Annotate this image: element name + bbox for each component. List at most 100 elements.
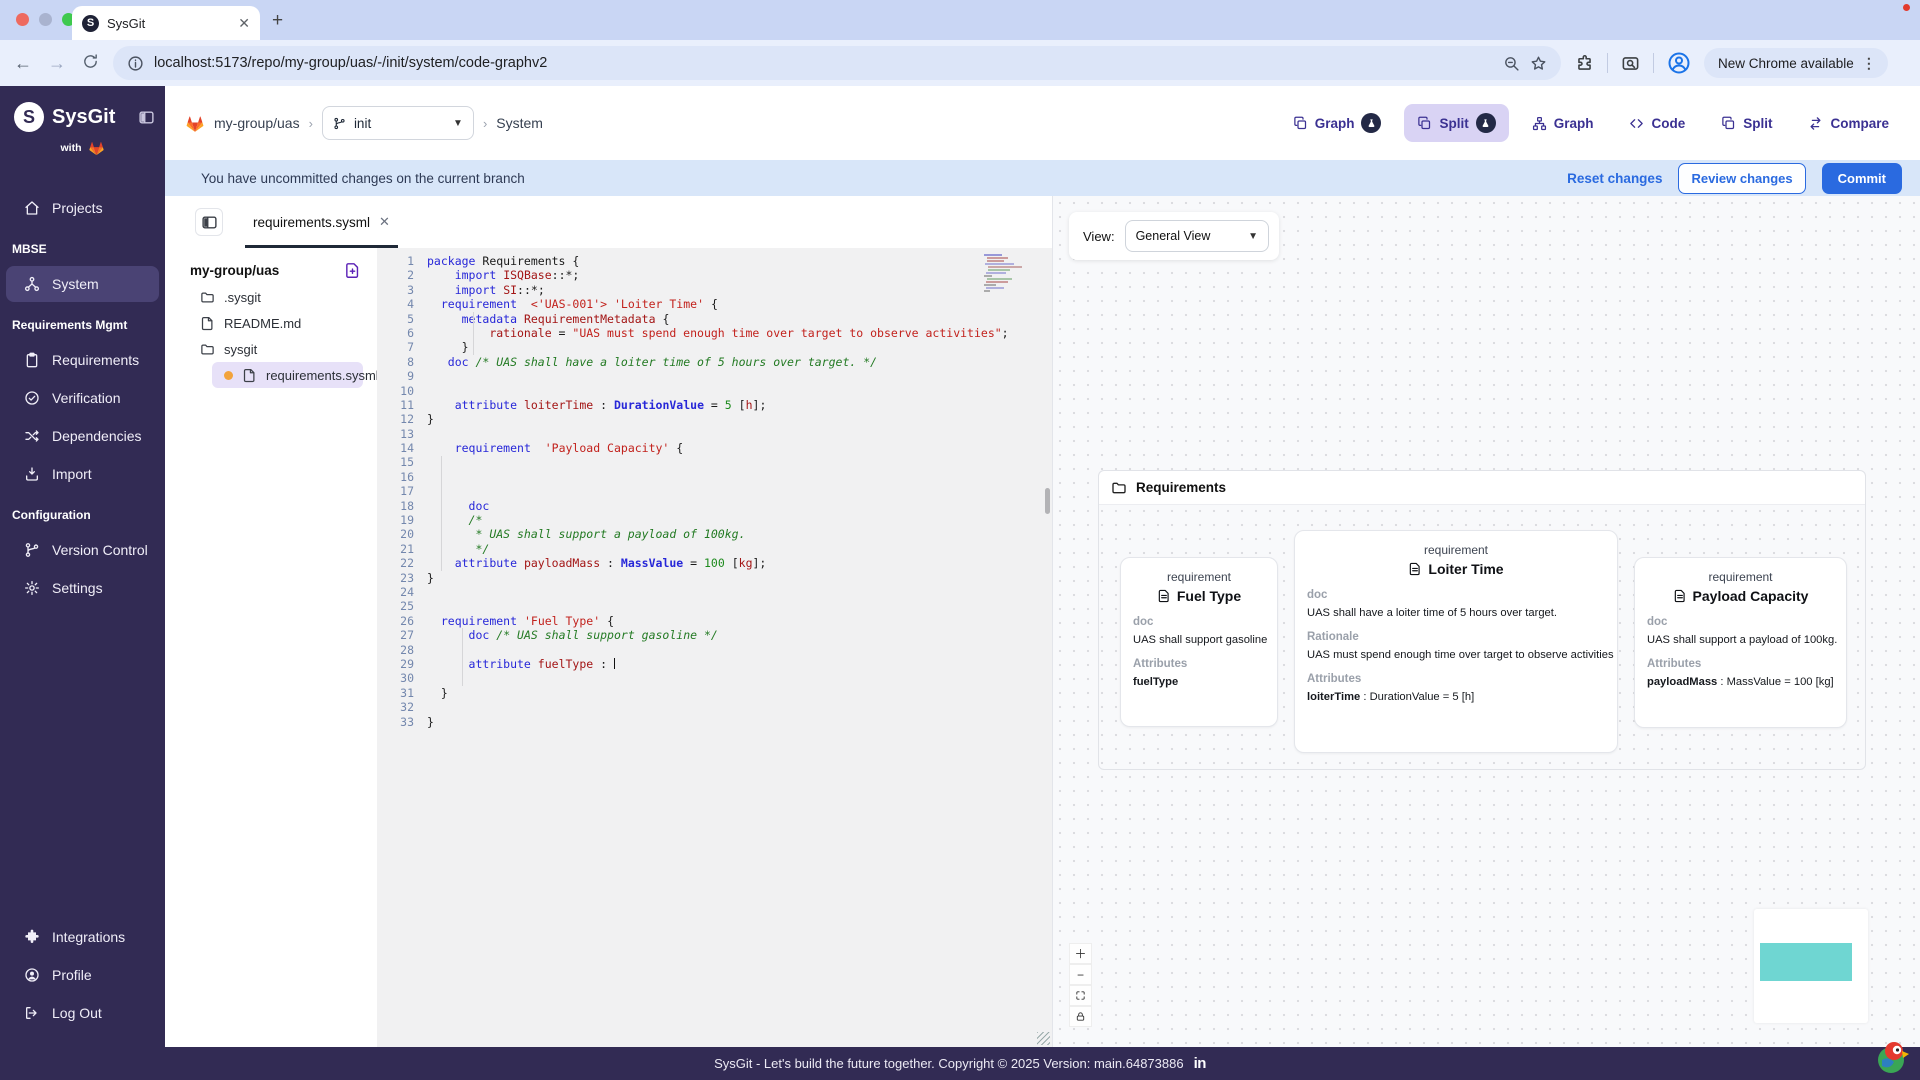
sidebar-item-log-out[interactable]: Log Out — [6, 995, 159, 1031]
code-line[interactable]: 10 — [377, 384, 1052, 398]
zoom-out-button[interactable]: − — [1069, 964, 1092, 985]
minimap-viewport[interactable] — [1760, 943, 1852, 981]
profile-avatar-icon[interactable] — [1667, 51, 1691, 75]
code-line[interactable]: 15 — [377, 455, 1052, 469]
zoom-in-button[interactable]: ＋ — [1069, 943, 1092, 964]
code-line[interactable]: 26 requirement 'Fuel Type' { — [377, 614, 1052, 628]
code-line[interactable]: 21 */ — [377, 542, 1052, 556]
requirement-card-payload-capacity[interactable]: requirement Payload Capacity doc UAS shall … — [1634, 557, 1847, 728]
sidebar-item-verification[interactable]: Verification — [6, 380, 159, 416]
sitemap-icon — [1532, 116, 1547, 131]
sidebar-collapse-icon[interactable] — [138, 109, 155, 126]
code-line[interactable]: 19 /* — [377, 513, 1052, 527]
zoom-page-icon[interactable] — [1503, 55, 1520, 72]
code-line[interactable]: 30 — [377, 671, 1052, 685]
back-button[interactable]: ← — [14, 53, 32, 74]
commit-button[interactable]: Commit — [1821, 162, 1902, 194]
code-line[interactable]: 20 * UAS shall support a payload of 100k… — [377, 527, 1052, 541]
view-mode-split-button[interactable]: Split — [1404, 104, 1509, 142]
chrome-update-button[interactable]: New Chrome available ⋮ — [1704, 48, 1888, 78]
view-mode-code-button[interactable]: Code — [1616, 107, 1698, 140]
explorer-collapse-button[interactable] — [195, 208, 223, 236]
minimap[interactable] — [1754, 909, 1868, 1023]
view-mode-compare-button[interactable]: Compare — [1795, 107, 1902, 140]
explorer-root[interactable]: my-group/uas — [165, 256, 377, 284]
view-select[interactable]: General View ▼ — [1124, 220, 1269, 252]
sidebar-item-requirements[interactable]: Requirements — [6, 342, 159, 378]
address-bar[interactable]: localhost:5173/repo/my-group/uas/-/init/… — [113, 46, 1561, 80]
code-line[interactable]: 4 requirement <'UAS-001'> 'Loiter Time' … — [377, 297, 1052, 311]
sidebar-item-system[interactable]: System — [6, 266, 159, 302]
tree-item-.sysgit[interactable]: .sysgit — [165, 284, 377, 310]
view-mode-split-button[interactable]: Split — [1708, 107, 1785, 140]
sidebar-item-projects[interactable]: Projects — [6, 190, 159, 226]
resize-handle[interactable] — [1037, 1032, 1050, 1045]
sidebar-item-settings[interactable]: Settings — [6, 570, 159, 606]
code-line[interactable]: 33} — [377, 715, 1052, 729]
tab-close-icon[interactable]: ✕ — [238, 15, 250, 32]
browser-tab[interactable]: S SysGit ✕ — [72, 6, 260, 40]
reset-changes-button[interactable]: Reset changes — [1567, 171, 1662, 186]
extensions-icon[interactable] — [1575, 54, 1594, 73]
tree-item-README.md[interactable]: README.md — [165, 310, 377, 336]
tab-search-icon[interactable] — [1621, 54, 1640, 73]
requirement-card-fuel-type[interactable]: requirement Fuel Type doc UAS shall support… — [1120, 557, 1278, 727]
breadcrumb-repo[interactable]: my-group/uas — [214, 115, 300, 131]
sidebar-item-import[interactable]: Import — [6, 456, 159, 492]
new-tab-button[interactable]: + — [272, 10, 283, 32]
view-mode-graph-button[interactable]: Graph — [1280, 104, 1395, 142]
code-line[interactable]: 29 attribute fuelType : — [377, 657, 1052, 671]
branch-selector[interactable]: init ▼ — [321, 106, 474, 140]
code-line[interactable]: 32 — [377, 700, 1052, 714]
editor-tab[interactable]: requirements.sysml ✕ — [245, 196, 398, 248]
url-text[interactable]: localhost:5173/repo/my-group/uas/-/init/… — [154, 55, 1493, 71]
code-line[interactable]: 1 package Requirements { — [377, 254, 1052, 268]
browser-menu-icon[interactable]: ⋮ — [1862, 56, 1876, 70]
code-line[interactable]: 27 doc /* UAS shall support gasoline */ — [377, 628, 1052, 642]
editor-scrollbar[interactable] — [1045, 488, 1050, 514]
code-line[interactable]: 5 metadata RequirementMetadata { — [377, 312, 1052, 326]
site-info-icon[interactable] — [127, 55, 144, 72]
close-window-button[interactable] — [16, 13, 29, 26]
code-line[interactable]: 13 — [377, 427, 1052, 441]
code-line[interactable]: 9 — [377, 369, 1052, 383]
code-line[interactable]: 11 attribute loiterTime : DurationValue … — [377, 398, 1052, 412]
code-line[interactable]: 22 attribute payloadMass : MassValue = 1… — [377, 556, 1052, 570]
minimize-window-button[interactable] — [39, 13, 52, 26]
lock-button[interactable] — [1069, 1006, 1092, 1027]
code-line[interactable]: 28 — [377, 643, 1052, 657]
code-editor[interactable]: 1 package Requirements {2 import ISQBase:… — [377, 248, 1052, 1047]
editor-tab-close-icon[interactable]: ✕ — [379, 214, 390, 230]
code-line[interactable]: 8 doc /* UAS shall have a loiter time of… — [377, 355, 1052, 369]
sidebar-item-profile[interactable]: Profile — [6, 957, 159, 993]
code-line[interactable]: 18 doc — [377, 499, 1052, 513]
linkedin-icon[interactable]: in — [1194, 1055, 1207, 1072]
view-mode-graph-button[interactable]: Graph — [1519, 107, 1607, 140]
requirement-card-loiter-time[interactable]: requirement Loiter Time doc UAS shall have … — [1294, 530, 1618, 753]
sidebar-item-version-control[interactable]: Version Control — [6, 532, 159, 568]
code-line[interactable]: 14 requirement 'Payload Capacity' { — [377, 441, 1052, 455]
sidebar-item-integrations[interactable]: Integrations — [6, 919, 159, 955]
code-line[interactable]: 7 } — [377, 340, 1052, 354]
forward-button[interactable]: → — [48, 53, 66, 74]
bookmark-star-icon[interactable] — [1530, 55, 1547, 72]
code-line[interactable]: 16 — [377, 470, 1052, 484]
code-line[interactable]: 2 import ISQBase::*; — [377, 268, 1052, 282]
sidebar-item-dependencies[interactable]: Dependencies — [6, 418, 159, 454]
tree-item-requirements.sysml[interactable]: requirements.sysml — [212, 362, 379, 388]
code-line[interactable]: 17 — [377, 484, 1052, 498]
code-line[interactable]: 24 — [377, 585, 1052, 599]
review-changes-button[interactable]: Review changes — [1678, 162, 1806, 194]
code-line[interactable]: 6 rationale = "UAS must spend enough tim… — [377, 326, 1052, 340]
window-controls[interactable] — [16, 13, 75, 26]
code-line[interactable]: 3 import SI::*; — [377, 283, 1052, 297]
add-file-icon[interactable] — [344, 262, 361, 279]
tree-item-sysgit[interactable]: sysgit — [165, 336, 377, 362]
fit-view-button[interactable] — [1069, 985, 1092, 1006]
code-line[interactable]: 31 } — [377, 686, 1052, 700]
graph-canvas[interactable]: View: General View ▼ Requirements requir… — [1053, 196, 1920, 1047]
code-line[interactable]: 12} — [377, 412, 1052, 426]
code-line[interactable]: 25 — [377, 599, 1052, 613]
reload-button[interactable] — [82, 53, 99, 70]
code-line[interactable]: 23} — [377, 571, 1052, 585]
